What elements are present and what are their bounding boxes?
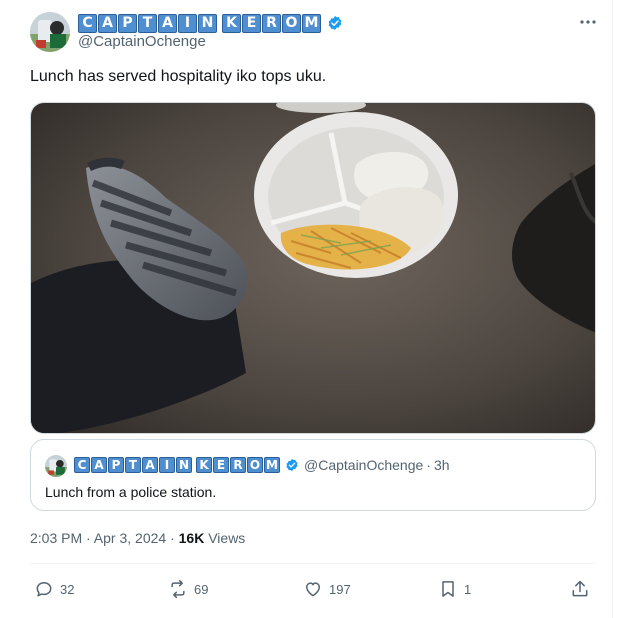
repost-button[interactable]: 69 (168, 576, 208, 602)
verified-badge-icon (286, 458, 298, 472)
bookmark-button[interactable]: 1 (438, 576, 471, 602)
quote-letter-tile: A (91, 457, 107, 473)
quote-letter-tile: I (159, 457, 175, 473)
tweet-photo-art (31, 103, 595, 433)
author-letter-tile: A (158, 13, 177, 33)
quote-letter-tile: M (264, 457, 280, 473)
author-letter-tile: P (118, 13, 137, 33)
author-letter-tile: E (242, 13, 261, 33)
quote-letter-tile (193, 457, 195, 473)
verified-badge-icon (328, 16, 342, 30)
author-letter-tile: C (78, 13, 97, 33)
quote-letter-tile: O (247, 457, 263, 473)
quote-letter-tile: C (74, 457, 90, 473)
views-label: Views (204, 530, 246, 546)
quoted-age[interactable]: 3h (434, 457, 450, 473)
author-letter-tile: O (282, 13, 301, 33)
author-letter-tile: K (222, 13, 241, 33)
share-button[interactable] (570, 576, 596, 602)
quote-letter-tile: K (196, 457, 212, 473)
quoted-author-avatar[interactable] (45, 455, 67, 477)
bookmark-icon (442, 581, 454, 597)
actions-divider (30, 563, 596, 564)
reply-button[interactable]: 32 (34, 576, 74, 602)
author-handle[interactable]: @CaptainOchenge (78, 33, 206, 50)
repost-icon (171, 579, 185, 599)
quoted-tweet[interactable]: CAPTAINKEROM @CaptainOchenge · 3h Lunch … (30, 439, 596, 511)
quoted-dot-separator: · (426, 457, 431, 473)
quote-letter-tile: A (142, 457, 158, 473)
more-dots-icon[interactable] (578, 12, 598, 32)
author-letter-tile: I (178, 13, 197, 33)
tweet-photo[interactable] (30, 102, 596, 434)
heart-icon (306, 582, 320, 597)
like-button[interactable]: 197 (303, 576, 351, 602)
author-letter-tile: N (198, 13, 217, 33)
tweet-text: Lunch has served hospitality iko tops uk… (30, 68, 327, 85)
share-icon (572, 580, 588, 597)
repost-count: 69 (194, 581, 209, 597)
quoted-text: Lunch from a police station. (45, 484, 217, 500)
tweet-timestamp[interactable]: 2:03 PM · Apr 3, 2024 · 16K Views (30, 530, 245, 546)
author-display-name[interactable]: CAPTAINKEROM (78, 12, 343, 34)
views-count: 16K (178, 530, 205, 546)
author-letter-tile (218, 14, 221, 33)
quote-letter-tile: R (230, 457, 246, 473)
quote-letter-tile: P (108, 457, 124, 473)
author-avatar[interactable] (30, 12, 70, 52)
author-letter-tile: R (262, 13, 281, 33)
tweet-actions: 32 69 197 1 (30, 576, 596, 602)
reply-count: 32 (60, 581, 75, 597)
quoted-author-line: CAPTAINKEROM @CaptainOchenge · 3h (74, 455, 450, 475)
quote-letter-tile: T (125, 457, 141, 473)
quoted-author-handle[interactable]: @CaptainOchenge (304, 457, 423, 473)
author-letter-tile: A (98, 13, 117, 33)
quoted-author-display-name[interactable]: CAPTAINKEROM (74, 457, 281, 473)
author-letter-tile: T (138, 13, 157, 33)
reply-icon (36, 582, 52, 597)
tweet-time[interactable]: 2:03 PM · Apr 3, 2024 · (30, 530, 179, 546)
like-count: 197 (329, 581, 351, 597)
author-letter-tile: M (302, 13, 321, 33)
quote-letter-tile: N (176, 457, 192, 473)
tweet-card: CAPTAINKEROM @CaptainOchenge Lunch has s… (0, 0, 613, 618)
bookmark-count: 1 (464, 581, 472, 597)
quote-letter-tile: E (213, 457, 229, 473)
